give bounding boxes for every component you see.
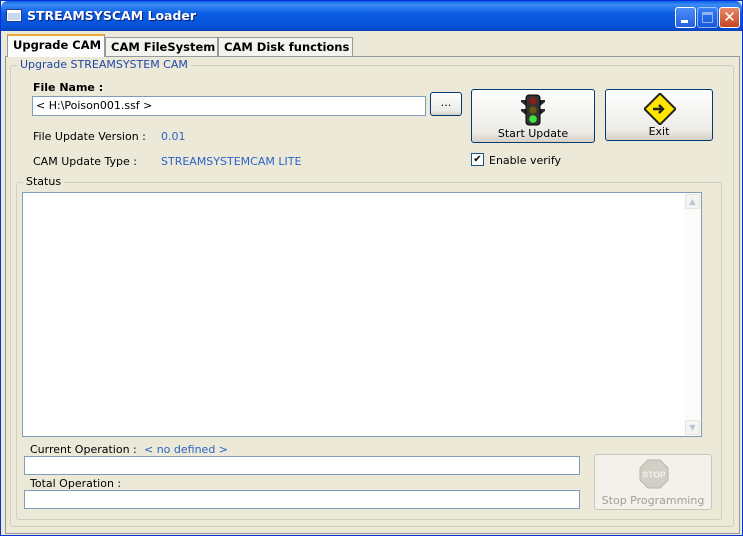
cam-update-type-label: CAM Update Type :: [33, 155, 137, 168]
tab-cam-filesystem[interactable]: CAM FileSystem: [105, 37, 218, 57]
title-bar[interactable]: STREAMSYSCAM Loader ✕: [1, 1, 742, 31]
status-log[interactable]: ▲ ▼: [22, 192, 702, 437]
app-window: STREAMSYSCAM Loader ✕ Upgrade CAM CAM Fi…: [0, 0, 743, 536]
start-update-button[interactable]: Start Update: [471, 89, 595, 143]
maximize-icon: [702, 12, 713, 23]
minimize-button[interactable]: [675, 7, 696, 28]
minimize-icon: [681, 20, 688, 23]
window-title: STREAMSYSCAM Loader: [27, 8, 197, 23]
browse-button[interactable]: ...: [430, 92, 462, 116]
stop-programming-label: Stop Programming: [601, 494, 705, 507]
cam-update-type-value: STREAMSYSTEMCAM LITE: [161, 155, 302, 168]
current-operation-progress: [24, 456, 580, 475]
scroll-down-icon[interactable]: ▼: [685, 420, 700, 435]
tab-panel-upgrade-cam: Upgrade STREAMSYSTEM CAM File Name : < H…: [5, 56, 740, 534]
current-operation-label: Current Operation :: [30, 443, 137, 456]
total-operation-progress: [24, 490, 580, 509]
status-group-label: Status: [23, 175, 65, 188]
file-name-label: File Name :: [33, 81, 104, 94]
app-icon[interactable]: [6, 9, 22, 22]
traffic-light-icon: [521, 94, 545, 126]
scroll-up-icon[interactable]: ▲: [685, 194, 700, 209]
exit-sign-icon: [644, 93, 676, 125]
exit-button[interactable]: Exit: [605, 89, 713, 141]
stop-programming-button[interactable]: STOP Stop Programming: [594, 454, 712, 510]
tab-cam-disk-functions[interactable]: CAM Disk functions: [218, 37, 353, 57]
file-name-input[interactable]: < H:\Poison001.ssf >: [32, 96, 426, 116]
stop-sign-text: STOP: [643, 470, 666, 480]
file-update-version-label: File Update Version :: [33, 130, 146, 143]
status-scrollbar[interactable]: ▲ ▼: [684, 193, 701, 436]
tab-upgrade-cam[interactable]: Upgrade CAM: [7, 34, 105, 57]
total-operation-label: Total Operation :: [30, 477, 122, 490]
stop-sign-icon: STOP: [639, 459, 669, 489]
close-icon: ✕: [723, 8, 736, 26]
close-button[interactable]: ✕: [719, 7, 740, 28]
upgrade-group-label: Upgrade STREAMSYSTEM CAM: [17, 58, 191, 71]
file-update-version-value: 0.01: [161, 130, 186, 143]
start-update-label: Start Update: [497, 127, 569, 140]
current-operation-value: < no defined >: [144, 443, 229, 456]
enable-verify-label[interactable]: Enable verify: [489, 154, 561, 167]
exit-label: Exit: [648, 125, 670, 138]
enable-verify-checkbox[interactable]: ✔: [471, 153, 484, 166]
maximize-button[interactable]: [697, 7, 718, 28]
